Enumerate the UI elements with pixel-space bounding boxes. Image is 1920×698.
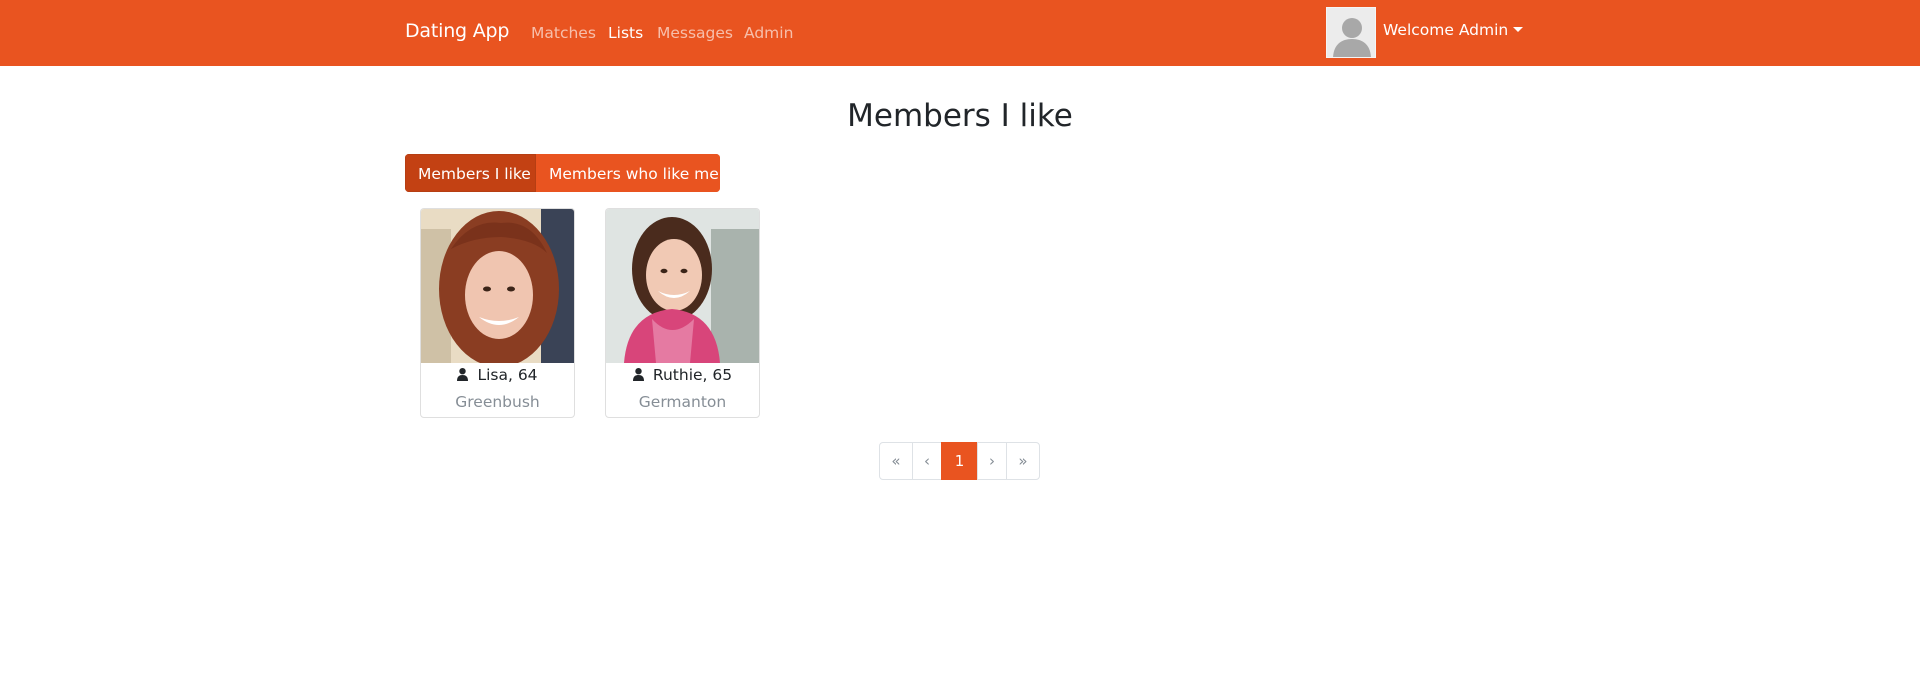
pagination: « ‹ 1 › »: [879, 442, 1040, 480]
member-photo-image: [606, 209, 759, 363]
member-photo[interactable]: [421, 209, 574, 363]
member-name-label: Ruthie, 65: [652, 366, 733, 384]
user-avatar[interactable]: [1326, 7, 1376, 58]
member-city: Germanton: [638, 393, 727, 411]
caret-down-icon: [1513, 27, 1524, 32]
pagination-first-button[interactable]: «: [879, 442, 913, 480]
member-card[interactable]: Ruthie, 65 Germanton: [605, 208, 760, 418]
members-who-like-me-button[interactable]: Members who like me: [536, 154, 720, 192]
nav-link-messages[interactable]: Messages: [657, 24, 733, 42]
pagination-last-button[interactable]: »: [1006, 442, 1040, 480]
top-navbar: Dating App Matches Lists Messages Admin …: [0, 0, 1920, 66]
nav-link-admin[interactable]: Admin: [744, 24, 793, 42]
member-city: Greenbush: [455, 393, 540, 411]
member-card[interactable]: Lisa, 64 Greenbush: [420, 208, 575, 418]
likes-filter-group: Members I like Members who like me: [405, 154, 720, 192]
pagination-page-1[interactable]: 1: [941, 442, 978, 480]
nav-link-matches[interactable]: Matches: [531, 24, 596, 42]
pagination-next-button[interactable]: ›: [977, 442, 1007, 480]
page-title: Members I like: [847, 98, 1073, 134]
user-icon: [632, 368, 644, 381]
pagination-prev-button[interactable]: ‹: [912, 442, 942, 480]
members-i-like-button[interactable]: Members I like: [405, 154, 536, 192]
member-photo[interactable]: [606, 209, 759, 363]
user-menu-toggle[interactable]: Welcome Admin: [1383, 21, 1524, 39]
member-name-label: Lisa, 64: [477, 366, 538, 384]
member-photo-image: [421, 209, 574, 363]
welcome-label: Welcome Admin: [1383, 21, 1509, 39]
nav-link-lists[interactable]: Lists: [608, 24, 643, 42]
member-name-age: Ruthie, 65: [606, 366, 759, 384]
brand-link[interactable]: Dating App: [405, 20, 509, 42]
user-icon: [457, 368, 469, 381]
avatar-placeholder-icon: [1327, 8, 1375, 57]
member-name-age: Lisa, 64: [421, 366, 574, 384]
